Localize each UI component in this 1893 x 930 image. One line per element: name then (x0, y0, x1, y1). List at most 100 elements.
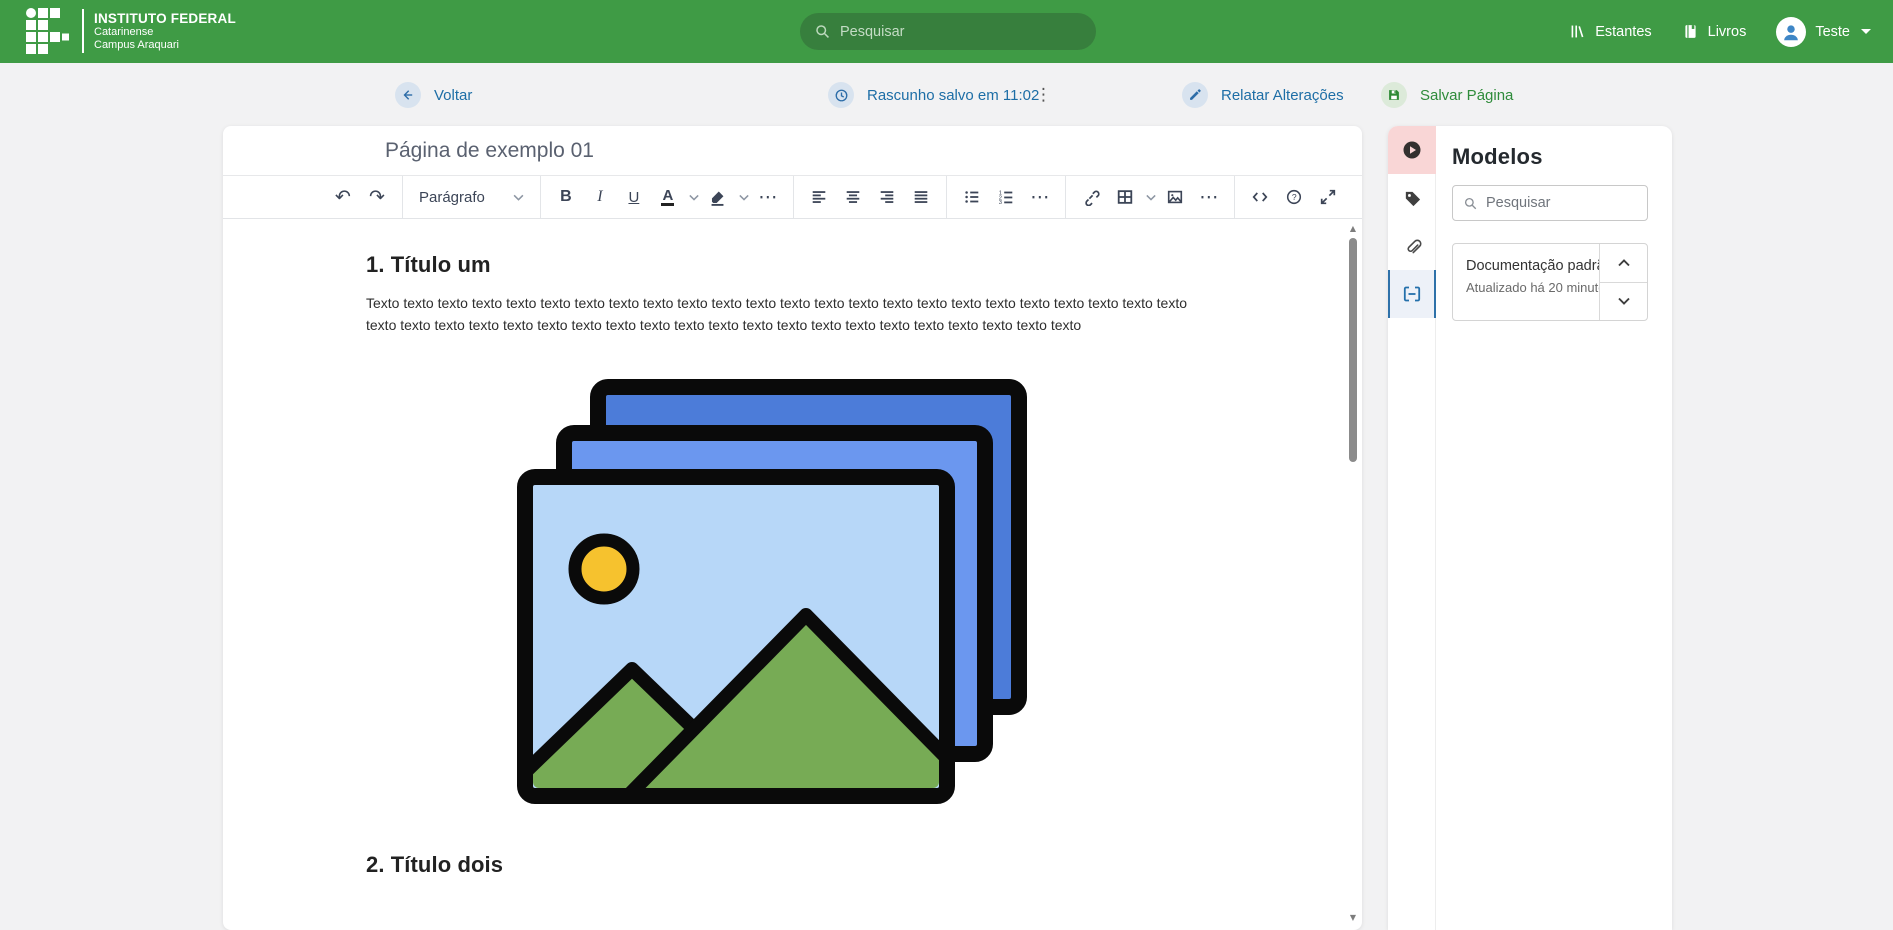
template-name: Documentação padrão (1466, 258, 1599, 274)
chevron-down-icon[interactable] (739, 194, 749, 201)
editor-scrollbar[interactable]: ▲ ▼ (1347, 222, 1359, 926)
table-icon[interactable] (1110, 181, 1140, 213)
more-formats-icon[interactable]: ⋯ (753, 181, 783, 213)
chevron-down-icon (1618, 297, 1630, 305)
draft-status-label: Rascunho salvo em 11:02 (867, 87, 1039, 104)
code-icon[interactable] (1245, 181, 1275, 213)
nav-books-label: Livros (1708, 24, 1747, 40)
save-icon (1381, 82, 1407, 108)
template-insert-controls (1599, 244, 1647, 320)
search-input[interactable] (840, 24, 1082, 40)
brand-divider (82, 9, 84, 53)
text-color-button[interactable]: A (653, 181, 683, 213)
bookshelf-icon (1569, 23, 1586, 40)
chevron-down-icon[interactable] (1146, 194, 1156, 201)
save-page-label: Salvar Página (1420, 87, 1513, 104)
report-changes-label: Relatar Alterações (1221, 87, 1344, 104)
arrow-left-icon (395, 82, 421, 108)
chevron-down-icon (1861, 29, 1871, 34)
sidebar-tab-attachments[interactable] (1388, 222, 1436, 270)
editor-sidebar: Modelos Documentação padrão Atualizado h… (1388, 126, 1672, 930)
template-search[interactable] (1452, 185, 1648, 221)
sidebar-tab-strip (1388, 126, 1436, 930)
search-icon (814, 23, 831, 40)
scroll-down-icon[interactable]: ▼ (1347, 913, 1359, 922)
fullscreen-icon[interactable] (1313, 181, 1343, 213)
nav-shelves[interactable]: Estantes (1569, 23, 1651, 40)
help-icon[interactable]: ? (1279, 181, 1309, 213)
book-icon (1682, 23, 1699, 40)
chevron-down-icon (513, 194, 524, 201)
brand-logo[interactable]: INSTITUTO FEDERAL Catarinense Campus Ara… (26, 8, 236, 54)
chevron-down-icon[interactable] (689, 194, 699, 201)
draft-status-button[interactable]: Rascunho salvo em 11:02 (828, 82, 1039, 108)
page-editor: ↶ ↷ Parágrafo B I U A (223, 126, 1362, 930)
chevron-up-icon (1618, 259, 1630, 267)
page-title-input[interactable] (223, 139, 1362, 163)
page-title-row (223, 126, 1362, 176)
align-left-icon[interactable] (804, 181, 834, 213)
more-lists-icon[interactable]: ⋯ (1025, 181, 1055, 213)
undo-icon[interactable]: ↶ (328, 181, 358, 213)
clock-icon (828, 82, 854, 108)
brand-text: INSTITUTO FEDERAL Catarinense Campus Ara… (94, 11, 236, 52)
insert-below-button[interactable] (1600, 282, 1647, 321)
header-nav: Estantes Livros Teste (1569, 0, 1871, 63)
brand-campus: Campus Araquari (94, 39, 236, 52)
content-heading-2: 2. Título dois (366, 852, 1362, 878)
save-page-button[interactable]: Salvar Página (1381, 82, 1513, 108)
highlighter-button[interactable] (703, 181, 733, 213)
nav-books[interactable]: Livros (1682, 23, 1747, 40)
insert-image-icon[interactable] (1160, 181, 1190, 213)
bullet-list-icon[interactable] (957, 181, 987, 213)
sidebar-tab-play[interactable] (1388, 126, 1436, 174)
content-paragraph: Texto texto texto texto texto texto text… (366, 292, 1196, 337)
bold-button[interactable]: B (551, 181, 581, 213)
content-image[interactable] (517, 379, 1027, 804)
more-inserts-icon[interactable]: ⋯ (1194, 181, 1224, 213)
link-icon[interactable] (1076, 181, 1106, 213)
template-info[interactable]: Documentação padrão Atualizado há 20 min… (1453, 244, 1599, 320)
editor-toolbar: ↶ ↷ Parágrafo B I U A (223, 176, 1362, 219)
app-header: INSTITUTO FEDERAL Catarinense Campus Ara… (0, 0, 1893, 63)
play-icon (1402, 140, 1422, 160)
scroll-up-icon[interactable]: ▲ (1347, 224, 1359, 233)
panel-title: Modelos (1452, 144, 1672, 170)
numbered-list-icon[interactable]: 1 2 3 (991, 181, 1021, 213)
global-search[interactable] (800, 13, 1096, 50)
italic-button[interactable]: I (585, 181, 615, 213)
report-changes-button[interactable]: Relatar Alterações (1182, 82, 1344, 108)
avatar (1776, 17, 1806, 47)
draft-options-kebab-icon[interactable]: ⋮ (1035, 84, 1052, 106)
insert-above-button[interactable] (1600, 244, 1647, 282)
template-list-item: Documentação padrão Atualizado há 20 min… (1452, 243, 1648, 321)
editor-content[interactable]: 1. Título um Texto texto texto texto tex… (223, 219, 1362, 878)
templates-panel: Modelos Documentação padrão Atualizado h… (1436, 126, 1672, 930)
content-heading-1: 1. Título um (366, 252, 1362, 278)
scrollbar-thumb[interactable] (1349, 238, 1357, 462)
pencil-icon (1182, 82, 1208, 108)
back-button[interactable]: Voltar (395, 82, 472, 108)
back-label: Voltar (434, 87, 472, 104)
user-name: Teste (1815, 24, 1850, 40)
format-select[interactable]: Parágrafo (413, 181, 530, 213)
svg-text:?: ? (1292, 192, 1297, 202)
text-color-label: A (661, 188, 674, 206)
user-menu[interactable]: Teste (1776, 17, 1871, 47)
brand-name: INSTITUTO FEDERAL (94, 11, 236, 27)
underline-button[interactable]: U (619, 181, 649, 213)
format-select-label: Parágrafo (419, 189, 485, 206)
template-updated: Atualizado há 20 minutos (1466, 280, 1599, 295)
tag-icon (1403, 189, 1422, 208)
redo-icon[interactable]: ↷ (362, 181, 392, 213)
align-center-icon[interactable] (838, 181, 868, 213)
brand-region: Catarinense (94, 26, 236, 39)
sidebar-tab-tags[interactable] (1388, 174, 1436, 222)
align-justify-icon[interactable] (906, 181, 936, 213)
sidebar-tab-templates[interactable] (1388, 270, 1436, 318)
nav-shelves-label: Estantes (1595, 24, 1651, 40)
align-right-icon[interactable] (872, 181, 902, 213)
paperclip-icon (1403, 237, 1422, 256)
search-icon (1463, 196, 1478, 211)
template-search-input[interactable] (1486, 195, 1673, 211)
